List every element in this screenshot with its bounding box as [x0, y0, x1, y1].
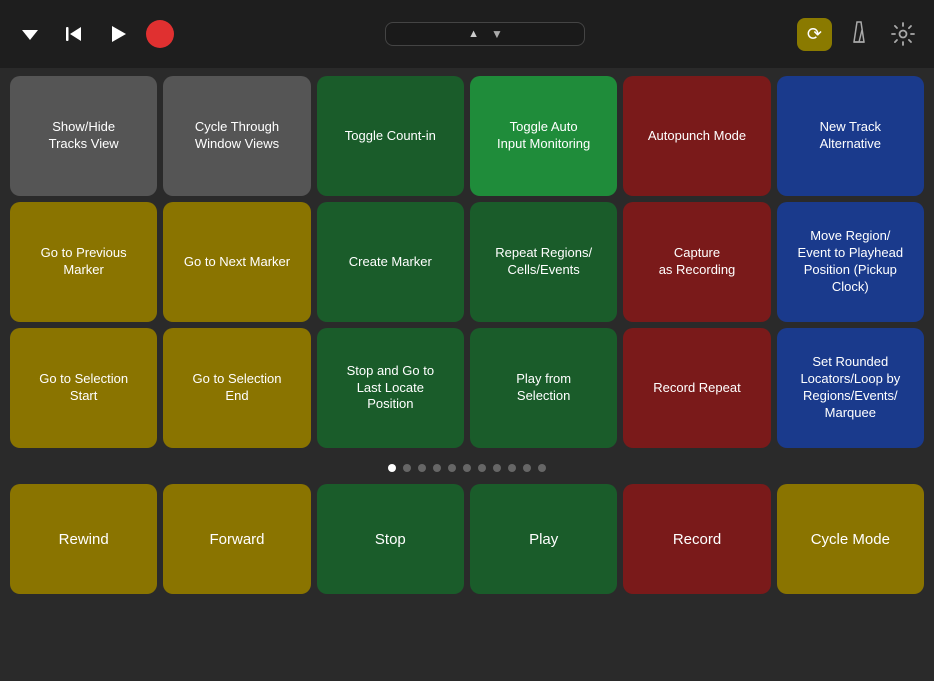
- grid-cell-r0-c2[interactable]: Toggle Count-in: [317, 76, 464, 196]
- pagination-dot-4[interactable]: [448, 464, 456, 472]
- grid-cell-r2-c1[interactable]: Go to Selection End: [163, 328, 310, 448]
- transport-cell-stop[interactable]: Stop: [317, 484, 464, 594]
- transport-cell-record[interactable]: Record: [623, 484, 770, 594]
- pagination-dot-2[interactable]: [418, 464, 426, 472]
- dropdown-arrow-button[interactable]: [14, 18, 46, 50]
- loop-button[interactable]: ⟳: [797, 18, 832, 51]
- track-selector-row[interactable]: ▲ ▼: [468, 27, 503, 41]
- grid-cell-r2-c4[interactable]: Record Repeat: [623, 328, 770, 448]
- grid-cell-r2-c3[interactable]: Play from Selection: [470, 328, 617, 448]
- grid-cell-r0-c1[interactable]: Cycle Through Window Views: [163, 76, 310, 196]
- pagination-dot-1[interactable]: [403, 464, 411, 472]
- pagination-dot-6[interactable]: [478, 464, 486, 472]
- transport-cell-rewind[interactable]: Rewind: [10, 484, 157, 594]
- skip-back-button[interactable]: [58, 18, 90, 50]
- grid-cell-r2-c2[interactable]: Stop and Go to Last Locate Position: [317, 328, 464, 448]
- pagination-dot-9[interactable]: [523, 464, 531, 472]
- header-left: [14, 18, 174, 50]
- pagination-dot-7[interactable]: [493, 464, 501, 472]
- play-button[interactable]: [102, 18, 134, 50]
- grid-area: Show/Hide Tracks ViewCycle Through Windo…: [0, 68, 934, 456]
- grid-cell-r0-c4[interactable]: Autopunch Mode: [623, 76, 770, 196]
- settings-button[interactable]: [886, 17, 920, 51]
- pagination-dot-5[interactable]: [463, 464, 471, 472]
- transport-cell-play[interactable]: Play: [470, 484, 617, 594]
- transport-cell-cycle-mode[interactable]: Cycle Mode: [777, 484, 924, 594]
- pagination: [0, 456, 934, 478]
- bottom-transport: RewindForwardStopPlayRecordCycle Mode: [0, 478, 934, 602]
- pagination-dot-0[interactable]: [388, 464, 396, 472]
- chevron-up-icon: ▲: [468, 28, 479, 40]
- grid-cell-r1-c4[interactable]: Capture as Recording: [623, 202, 770, 322]
- grid-cell-r1-c2[interactable]: Create Marker: [317, 202, 464, 322]
- pagination-dot-10[interactable]: [538, 464, 546, 472]
- grid-cell-r2-c0[interactable]: Go to Selection Start: [10, 328, 157, 448]
- pagination-dot-3[interactable]: [433, 464, 441, 472]
- grid-cell-r1-c5[interactable]: Move Region/ Event to Playhead Position …: [777, 202, 924, 322]
- grid-cell-r0-c5[interactable]: New Track Alternative: [777, 76, 924, 196]
- grid-cell-r0-c0[interactable]: Show/Hide Tracks View: [10, 76, 157, 196]
- grid-cell-r2-c5[interactable]: Set Rounded Locators/Loop by Regions/Eve…: [777, 328, 924, 448]
- pagination-dot-8[interactable]: [508, 464, 516, 472]
- grid-cell-r0-c3[interactable]: Toggle Auto Input Monitoring: [470, 76, 617, 196]
- metronome-button[interactable]: [846, 18, 872, 50]
- header-center: ▲ ▼: [385, 22, 585, 46]
- grid-cell-r1-c1[interactable]: Go to Next Marker: [163, 202, 310, 322]
- chevron-down-icon: ▼: [491, 27, 503, 41]
- grid-cell-r1-c0[interactable]: Go to Previous Marker: [10, 202, 157, 322]
- header-right: ⟳: [797, 17, 920, 51]
- loop-icon: ⟳: [807, 24, 822, 45]
- command-grid: Show/Hide Tracks ViewCycle Through Windo…: [10, 76, 924, 448]
- transport-cell-forward[interactable]: Forward: [163, 484, 310, 594]
- record-button[interactable]: [146, 20, 174, 48]
- header: ▲ ▼ ⟳: [0, 0, 934, 68]
- grid-cell-r1-c3[interactable]: Repeat Regions/ Cells/Events: [470, 202, 617, 322]
